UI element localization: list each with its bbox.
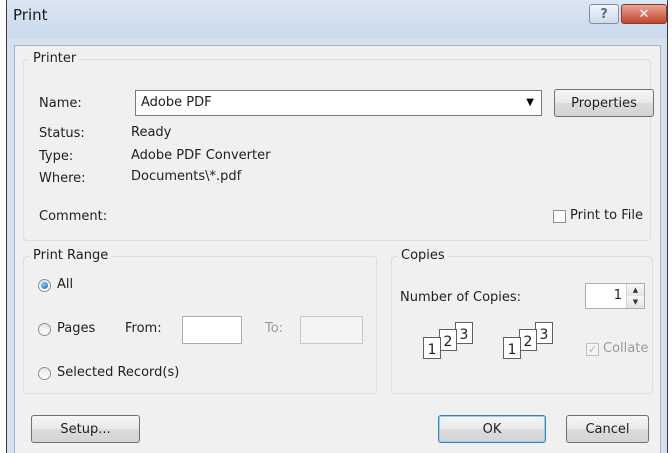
status-label: Status:: [39, 126, 85, 141]
page-icon-3b: 3: [535, 322, 553, 344]
spin-down-icon[interactable]: ▼: [627, 296, 644, 308]
help-button[interactable]: ?: [589, 4, 619, 24]
page-icon-2a: 2: [439, 329, 457, 351]
to-input[interactable]: [300, 316, 363, 344]
type-label: Type:: [39, 149, 74, 164]
page-icon-2b: 2: [519, 329, 537, 351]
title-bar[interactable]: Print ? ✕: [7, 0, 667, 38]
copies-spinner[interactable]: 1 ▲ ▼: [585, 283, 645, 309]
print-to-file-label[interactable]: Print to File: [570, 208, 643, 223]
where-label: Where:: [39, 171, 86, 186]
from-label: From:: [125, 321, 162, 336]
copies-value: 1: [613, 288, 622, 303]
page-icon-1b: 1: [503, 337, 521, 359]
name-label: Name:: [39, 96, 82, 111]
page-icon-1a: 1: [423, 337, 441, 359]
close-button[interactable]: ✕: [621, 4, 667, 24]
where-value: Documents\*.pdf: [131, 169, 242, 184]
all-radio[interactable]: [38, 279, 51, 292]
printer-legend: Printer: [30, 51, 80, 66]
status-value: Ready: [131, 125, 172, 140]
print-range-legend: Print Range: [30, 248, 112, 263]
setup-button[interactable]: Setup...: [31, 415, 140, 443]
type-value: Adobe PDF Converter: [131, 148, 271, 163]
selected-records-radio[interactable]: [38, 367, 51, 380]
properties-button[interactable]: Properties: [554, 89, 654, 117]
print-to-file-checkbox[interactable]: [553, 210, 566, 223]
pages-radio-label[interactable]: Pages: [57, 321, 95, 336]
number-of-copies-label: Number of Copies:: [400, 290, 522, 305]
printer-name-value: Adobe PDF: [141, 95, 212, 110]
dialog-title: Print: [13, 6, 48, 24]
comment-label: Comment:: [39, 209, 108, 224]
from-input[interactable]: [182, 316, 242, 344]
print-dialog: Print ? ✕ Printer Name: Adobe PDF ▼ Prop…: [6, 0, 668, 453]
printer-name-select[interactable]: Adobe PDF ▼: [135, 90, 542, 116]
dialog-body: Printer Name: Adobe PDF ▼ Properties Sta…: [14, 45, 661, 453]
cancel-button[interactable]: Cancel: [566, 415, 649, 443]
collate-checkbox[interactable]: ✓: [586, 343, 599, 356]
ok-button[interactable]: OK: [438, 415, 546, 443]
all-radio-label[interactable]: All: [57, 277, 73, 292]
pages-radio[interactable]: [38, 323, 51, 336]
collate-label[interactable]: Collate: [603, 341, 648, 356]
page-icon-3a: 3: [455, 322, 473, 344]
close-icon: ✕: [638, 6, 650, 22]
dropdown-arrow-icon: ▼: [526, 97, 534, 108]
selected-records-label[interactable]: Selected Record(s): [57, 365, 179, 380]
help-icon: ?: [600, 6, 608, 22]
copies-legend: Copies: [398, 248, 448, 263]
to-label: To:: [265, 321, 284, 336]
copies-group: Copies: [391, 248, 653, 394]
spinner-buttons: ▲ ▼: [626, 284, 644, 308]
